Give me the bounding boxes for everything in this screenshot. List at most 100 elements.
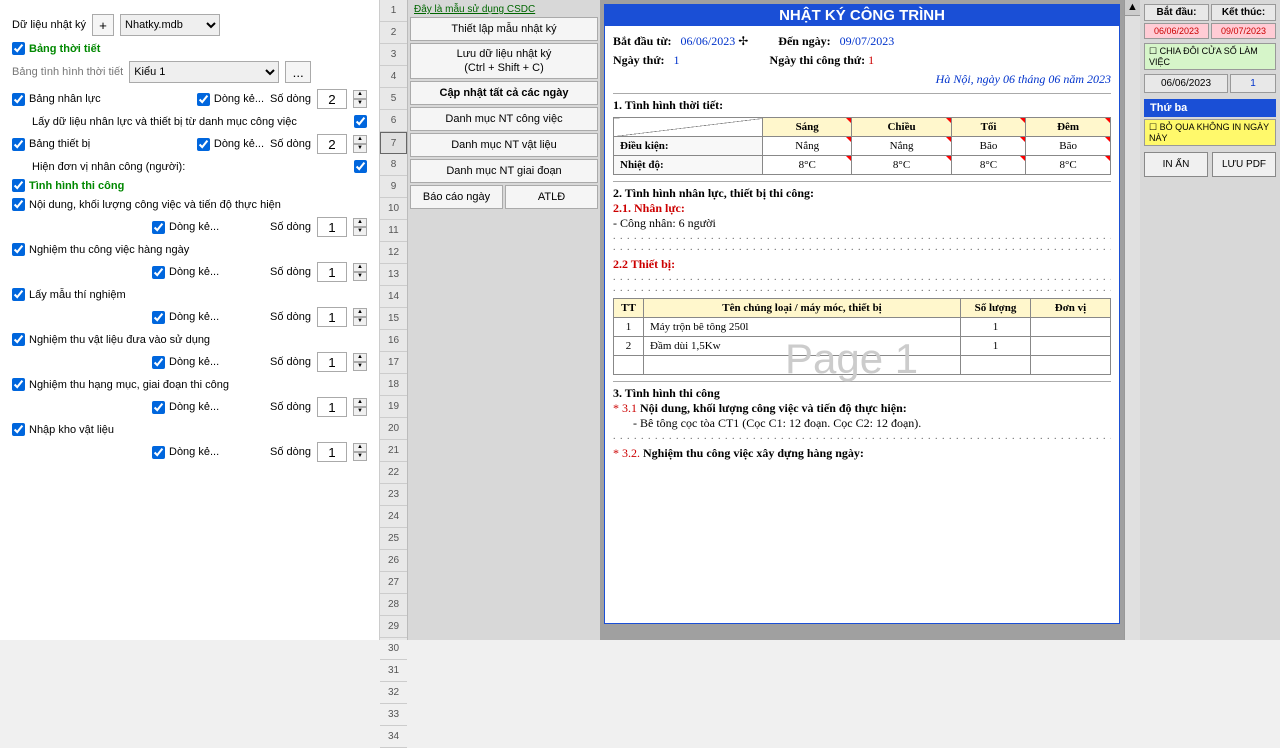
cb-daily-lines[interactable] — [152, 266, 165, 279]
cb-showunit[interactable] — [354, 160, 367, 173]
cb-personnel-lines[interactable] — [197, 93, 210, 106]
data-label: Dữ liệu nhật ký — [12, 19, 86, 31]
csdc-link[interactable]: Đây là mẫu sử dụng CSDC — [410, 2, 598, 17]
cb-equip[interactable] — [12, 138, 25, 151]
row-number[interactable]: 12 — [380, 242, 407, 264]
spinner-icon[interactable]: ▲▼ — [353, 218, 367, 236]
row-number[interactable]: 24 — [380, 506, 407, 528]
row-number[interactable]: 14 — [380, 286, 407, 308]
row-number[interactable]: 25 — [380, 528, 407, 550]
row-number[interactable]: 21 — [380, 440, 407, 462]
cb-construction[interactable] — [12, 179, 25, 192]
section-construction: 3. Tình hình thi công — [613, 381, 1111, 401]
cb-material-lines[interactable] — [152, 356, 165, 369]
cb-weather[interactable] — [12, 42, 25, 55]
daily-rows-input[interactable] — [317, 262, 347, 282]
cb-material[interactable] — [12, 333, 25, 346]
row-number[interactable]: 3 — [380, 44, 407, 66]
row-number[interactable]: 9 — [380, 176, 407, 198]
end-date-badge[interactable]: 09/07/2023 — [1211, 23, 1276, 39]
spinner-icon[interactable]: ▲▼ — [353, 443, 367, 461]
weather-more-button[interactable]: ... — [285, 61, 311, 83]
row-number[interactable]: 27 — [380, 572, 407, 594]
row-number[interactable]: 4 — [380, 66, 407, 88]
equip-rows-input[interactable] — [317, 134, 347, 154]
spinner-icon[interactable]: ▲▼ — [353, 263, 367, 281]
save-button[interactable]: Lưu dữ liệu nhật ký (Ctrl + Shift + C) — [410, 43, 598, 79]
weather-style-select[interactable]: Kiểu 1 — [129, 61, 279, 83]
row-number[interactable]: 32 — [380, 682, 407, 704]
stage-rows-input[interactable] — [317, 397, 347, 417]
row-number[interactable]: 29 — [380, 616, 407, 638]
section-personnel: 2. Tình hình nhân lực, thiết bị thi công… — [613, 181, 1111, 201]
weather-style-label: Bảng tình hình thời tiết — [12, 66, 123, 78]
nt-work-button[interactable]: Danh mục NT công việc — [410, 107, 598, 131]
row-number[interactable]: 30 — [380, 638, 407, 660]
template-button[interactable]: Thiết lập mẫu nhật ký — [410, 17, 598, 41]
row-number[interactable]: 23 — [380, 484, 407, 506]
cb-equip-lines[interactable] — [197, 138, 210, 151]
row-number[interactable]: 11 — [380, 220, 407, 242]
middle-panel: 1234567891011121314151617181920212223242… — [380, 0, 600, 640]
print-button[interactable]: IN ẤN — [1144, 152, 1208, 177]
cb-personnel[interactable] — [12, 93, 25, 106]
cb-warehouse-lines[interactable] — [152, 446, 165, 459]
row-number[interactable]: 26 — [380, 550, 407, 572]
row-number[interactable]: 10 — [380, 198, 407, 220]
row-number[interactable]: 15 — [380, 308, 407, 330]
row-number[interactable]: 6 — [380, 110, 407, 132]
row-number[interactable]: 19 — [380, 396, 407, 418]
cb-getdata[interactable] — [354, 115, 367, 128]
settings-panel: Dữ liệu nhật ký + Nhatky.mdb Bảng thời t… — [0, 0, 380, 640]
cb-sample-lines[interactable] — [152, 311, 165, 324]
row-number[interactable]: 31 — [380, 660, 407, 682]
row-number[interactable]: 17 — [380, 352, 407, 374]
cb-warehouse[interactable] — [12, 423, 25, 436]
cb-stage-lines[interactable] — [152, 401, 165, 414]
row-number[interactable]: 5 — [380, 88, 407, 110]
start-date-badge[interactable]: 06/06/2023 — [1144, 23, 1209, 39]
personnel-rows-input[interactable] — [317, 89, 347, 109]
selected-day-num[interactable]: 1 — [1230, 74, 1276, 93]
cb-sample[interactable] — [12, 288, 25, 301]
scroll-up-icon[interactable]: ▲ — [1125, 0, 1140, 16]
sample-rows-input[interactable] — [317, 307, 347, 327]
cb-stage[interactable] — [12, 378, 25, 391]
cb-daily[interactable] — [12, 243, 25, 256]
update-all-button[interactable]: Cập nhật tất cả các ngày — [410, 81, 598, 105]
row-number[interactable]: 28 — [380, 594, 407, 616]
material-rows-input[interactable] — [317, 352, 347, 372]
row-number[interactable]: 16 — [380, 330, 407, 352]
row-number[interactable]: 22 — [380, 462, 407, 484]
day-report-button[interactable]: Báo cáo ngày — [410, 185, 503, 209]
row-number[interactable]: 1 — [380, 0, 407, 22]
add-button[interactable]: + — [92, 14, 114, 36]
spinner-icon[interactable]: ▲▼ — [353, 353, 367, 371]
cb-content[interactable] — [12, 198, 25, 211]
row-number[interactable]: 13 — [380, 264, 407, 286]
warehouse-rows-input[interactable] — [317, 442, 347, 462]
spinner-icon[interactable]: ▲▼ — [353, 135, 367, 153]
scrollbar[interactable]: ▲ — [1124, 0, 1140, 640]
save-pdf-button[interactable]: LƯU PDF — [1212, 152, 1276, 177]
row-number[interactable]: 34 — [380, 726, 407, 748]
nt-material-button[interactable]: Danh mục NT vật liệu — [410, 133, 598, 157]
atld-button[interactable]: ATLĐ — [505, 185, 598, 209]
spinner-icon[interactable]: ▲▼ — [353, 90, 367, 108]
nt-stage-button[interactable]: Danh mục NT giai đoạn — [410, 159, 598, 183]
row-number[interactable]: 20 — [380, 418, 407, 440]
spinner-icon[interactable]: ▲▼ — [353, 308, 367, 326]
spinner-icon[interactable]: ▲▼ — [353, 398, 367, 416]
row-number[interactable]: 2 — [380, 22, 407, 44]
selected-date[interactable]: 06/06/2023 — [1144, 74, 1228, 93]
row-number[interactable]: 18 — [380, 374, 407, 396]
row-number[interactable]: 7 — [380, 132, 407, 154]
cb-content-lines[interactable] — [152, 221, 165, 234]
row-number[interactable]: 33 — [380, 704, 407, 726]
content-rows-input[interactable] — [317, 217, 347, 237]
section-weather: 1. Tình hình thời tiết: — [613, 93, 1111, 113]
skip-print-check[interactable]: ☐ BỎ QUA KHÔNG IN NGÀY NÀY — [1144, 119, 1276, 146]
split-window-check[interactable]: ☐ CHIA ĐÔI CỬA SỐ LÀM VIỆC — [1144, 43, 1276, 70]
db-select[interactable]: Nhatky.mdb — [120, 14, 220, 36]
row-number[interactable]: 8 — [380, 154, 407, 176]
